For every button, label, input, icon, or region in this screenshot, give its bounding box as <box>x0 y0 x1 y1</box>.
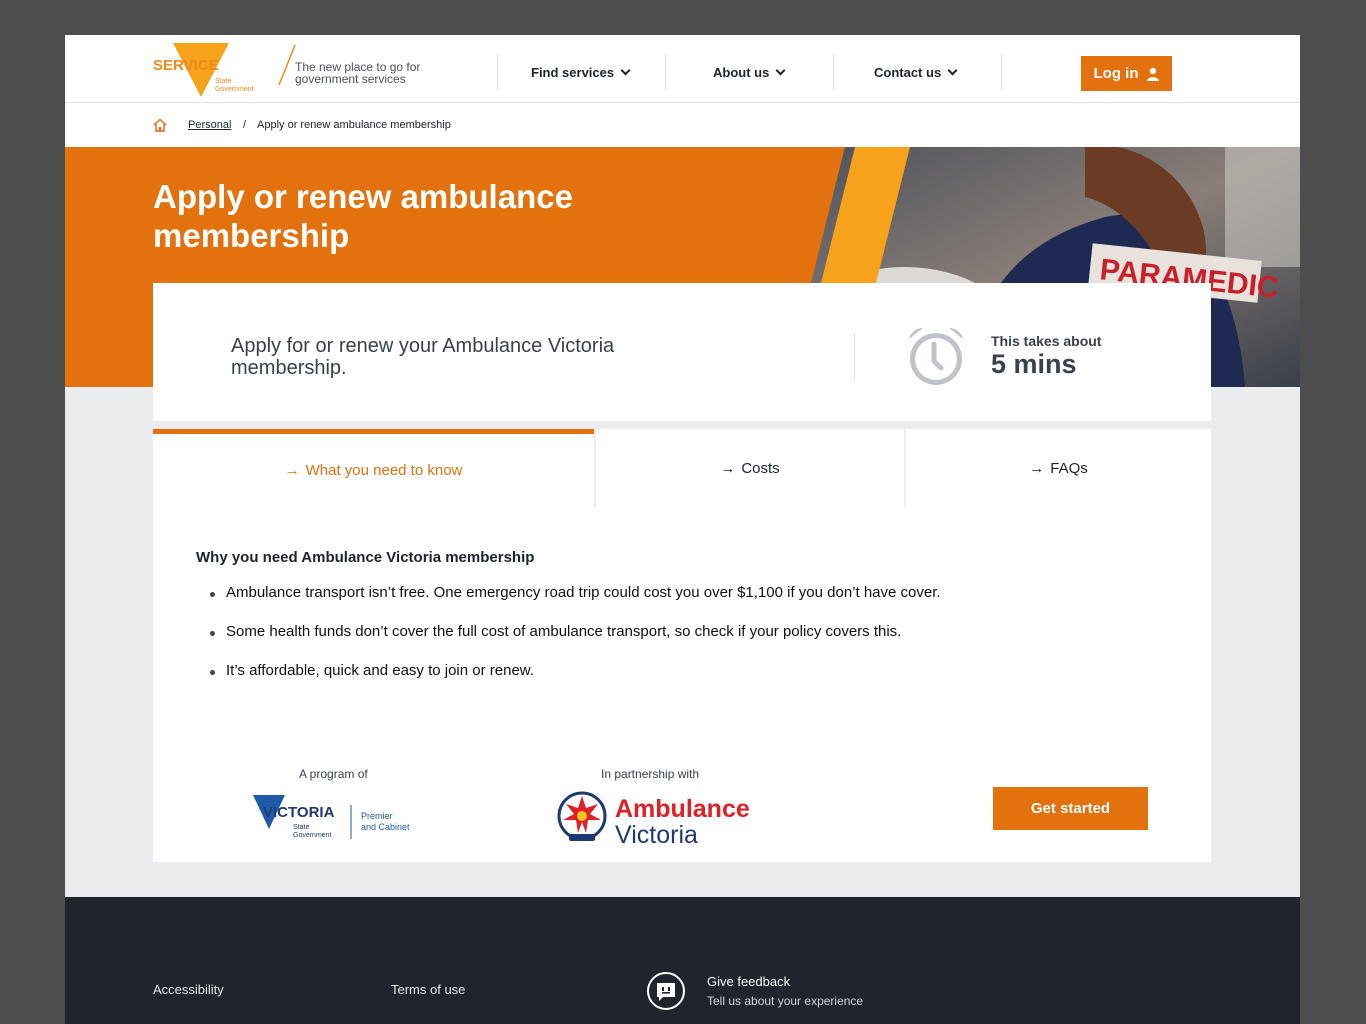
program-label: A program of <box>299 767 368 781</box>
home-icon[interactable] <box>153 118 167 132</box>
nav-find-services-label: Find services <box>531 65 615 80</box>
feedback-title[interactable]: Give feedback <box>707 974 790 989</box>
ambulance-victoria-emblem <box>557 791 607 841</box>
nav-divider <box>497 55 498 89</box>
tab-faqs[interactable]: → FAQs <box>906 429 1211 507</box>
nav-divider <box>665 55 666 89</box>
benefits-list: Ambulance transport isn’t free. One emer… <box>196 584 941 701</box>
tab-label: What you need to know <box>305 462 463 479</box>
browser-frame: SERVICE State Government The new place t… <box>65 35 1300 1024</box>
intro-card: Apply for or renew your Ambulance Victor… <box>153 283 1211 421</box>
partner-label: In partnership with <box>601 767 700 781</box>
duration-value: 5 mins <box>991 349 1077 379</box>
svg-text:VICTORIA: VICTORIA <box>263 804 335 821</box>
svg-text:and Cabinet: and Cabinet <box>361 822 410 832</box>
tab-what-you-need-to-know[interactable]: → What you need to know <box>153 429 594 507</box>
list-item: Ambulance transport isn’t free. One emer… <box>196 584 941 602</box>
breadcrumb-separator: / <box>243 119 247 131</box>
arrow-right-icon: → <box>1029 459 1045 477</box>
login-button[interactable]: Log in <box>1081 56 1172 91</box>
duration-label: This takes about <box>991 333 1102 349</box>
page-title: Apply or renew ambulance membership <box>153 178 573 254</box>
divider-slash <box>278 44 296 86</box>
feedback-subtitle: Tell us about your experience <box>707 994 864 1008</box>
intro-divider <box>854 333 855 381</box>
victoria-government-logo: VICTORIA State Government Premier and Ca… <box>253 795 410 839</box>
arrow-right-icon: → <box>284 462 300 479</box>
nav-contact-us-label: Contact us <box>874 65 942 80</box>
tagline: The new place to go for government servi… <box>295 60 421 86</box>
alarm-clock-icon <box>909 327 963 385</box>
feedback-chat-icon[interactable] <box>647 972 685 1010</box>
footer-link-accessibility[interactable]: Accessibility <box>153 982 224 997</box>
ambulance-victoria-logo-line2: Victoria <box>615 821 698 849</box>
nav-about-us-label: About us <box>713 65 770 80</box>
list-item: Some health funds don’t cover the full c… <box>196 623 941 641</box>
intro-text: Apply for or renew your Ambulance Victor… <box>231 335 615 379</box>
breadcrumb-current: Apply or renew ambulance membership <box>257 119 451 131</box>
nav-divider <box>1001 55 1002 89</box>
section-heading: Why you need Ambulance Victoria membersh… <box>196 549 535 566</box>
nav-find-services[interactable]: Find services <box>531 65 631 80</box>
get-started-button[interactable]: Get started <box>993 787 1148 830</box>
svg-text:Government: Government <box>215 86 254 93</box>
nav-contact-us[interactable]: Contact us <box>874 65 958 80</box>
breadcrumb-link-personal[interactable]: Personal <box>188 119 231 131</box>
list-item: It’s affordable, quick and easy to join … <box>196 662 941 680</box>
svg-text:Premier: Premier <box>361 811 393 821</box>
arrow-right-icon: → <box>720 459 736 477</box>
chevron-down-icon <box>947 65 958 76</box>
tab-label: Costs <box>741 459 780 477</box>
tab-bar: → What you need to know → Costs → FAQs <box>153 429 1211 507</box>
site-footer: Accessibility Terms of use Give feedback… <box>65 897 1300 1024</box>
chevron-down-icon <box>775 65 786 76</box>
svg-text:State: State <box>215 78 231 85</box>
svg-text:State: State <box>293 824 309 831</box>
footer-link-terms[interactable]: Terms of use <box>391 982 465 997</box>
user-icon <box>1146 67 1159 81</box>
site-header: SERVICE State Government The new place t… <box>65 35 1300 103</box>
logo-text: SERVICE <box>153 57 219 74</box>
tab-label: FAQs <box>1050 459 1088 477</box>
tab-costs[interactable]: → Costs <box>596 429 904 507</box>
tab-content: Why you need Ambulance Victoria membersh… <box>153 507 1211 862</box>
ambulance-victoria-logo-line1: Ambulance <box>615 795 750 823</box>
nav-divider <box>833 55 834 89</box>
chevron-down-icon <box>620 65 631 76</box>
breadcrumb: Personal / Apply or renew ambulance memb… <box>65 103 1300 147</box>
svg-text:Government: Government <box>293 832 332 839</box>
nav-about-us[interactable]: About us <box>713 65 786 80</box>
service-victoria-logo[interactable]: SERVICE State Government <box>153 43 273 97</box>
login-label: Log in <box>1093 65 1139 82</box>
